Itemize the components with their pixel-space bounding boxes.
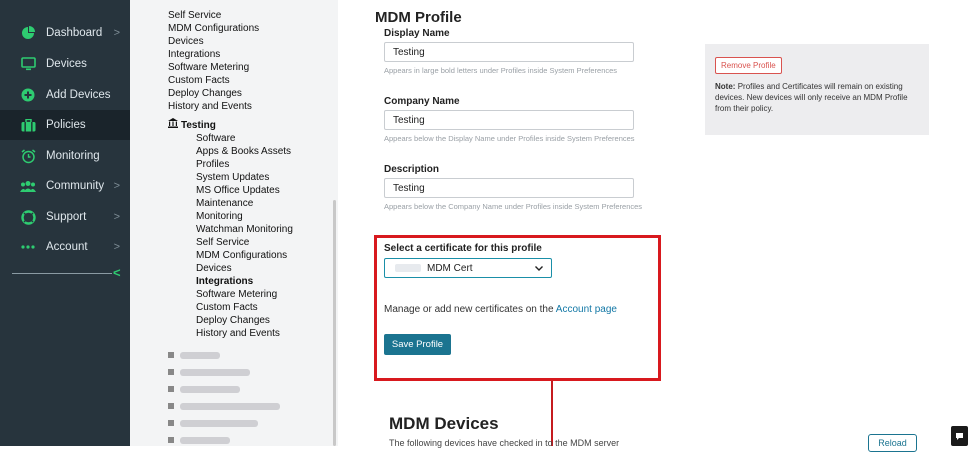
tree-subitem-software[interactable]: Software <box>196 133 235 145</box>
redacted-text <box>395 264 421 272</box>
save-profile-button[interactable]: Save Profile <box>384 334 451 355</box>
sidebar-item-policies[interactable]: Policies <box>0 110 130 140</box>
sidebar: Dashboard > Devices Add Devices Policies… <box>0 0 130 446</box>
tree-subitem-history-and-events[interactable]: History and Events <box>196 328 280 340</box>
note-text: Profiles and Certificates will remain on… <box>715 82 908 113</box>
tree-subitem-mdm-configurations[interactable]: MDM Configurations <box>196 250 287 262</box>
manage-certificates-text: Manage or add new certificates on the Ac… <box>384 304 617 315</box>
chevron-right-icon: > <box>113 27 120 39</box>
note-label: Note: <box>715 82 736 91</box>
chevron-right-icon: > <box>113 241 120 253</box>
tree-subitem-custom-facts[interactable]: Custom Facts <box>196 302 258 314</box>
tree-item-deploy-changes[interactable]: Deploy Changes <box>168 88 242 100</box>
description-help: Appears below the Company Name under Pro… <box>384 202 643 211</box>
tree-subitem-software-metering[interactable]: Software Metering <box>196 289 277 301</box>
profile-note: Note: Profiles and Certificates will rem… <box>715 81 925 114</box>
company-name-label: Company Name <box>384 96 460 107</box>
chevron-right-icon: > <box>113 180 120 192</box>
sidebar-item-account[interactable]: Account > <box>0 232 130 262</box>
main-content: MDM Profile Display Name Testing Appears… <box>338 0 968 452</box>
annotation-arrow <box>551 381 553 446</box>
tree-scrollbar[interactable] <box>333 200 336 446</box>
tree-item-custom-facts[interactable]: Custom Facts <box>168 75 230 87</box>
sidebar-divider <box>12 273 112 274</box>
tree-subitem-apps-books[interactable]: Apps & Books Assets <box>196 146 291 158</box>
sidebar-item-label: Account <box>46 241 88 253</box>
sidebar-item-label: Devices <box>46 58 87 70</box>
tree-subitem-devices[interactable]: Devices <box>196 263 232 275</box>
sidebar-item-community[interactable]: Community > <box>0 171 130 201</box>
redacted-policy-item[interactable] <box>168 435 230 445</box>
sidebar-item-label: Support <box>46 211 87 223</box>
redacted-policy-item[interactable] <box>168 418 258 428</box>
pie-chart-icon <box>20 25 36 41</box>
sidebar-item-monitoring[interactable]: Monitoring <box>0 141 130 171</box>
remove-profile-button[interactable]: Remove Profile <box>715 57 782 74</box>
tree-subitem-ms-office-updates[interactable]: MS Office Updates <box>196 185 280 197</box>
manage-certificates-label: Manage or add new certificates on the <box>384 304 554 315</box>
tree-subitem-deploy-changes[interactable]: Deploy Changes <box>196 315 270 327</box>
tree-policy-label: Testing <box>181 120 216 131</box>
tree-subitem-maintenance[interactable]: Maintenance <box>196 198 253 210</box>
sidebar-item-add-devices[interactable]: Add Devices <box>0 80 130 110</box>
redacted-policy-item[interactable] <box>168 367 250 377</box>
certificate-selected-value: MDM Cert <box>427 262 473 274</box>
sidebar-item-label: Policies <box>46 119 86 131</box>
ellipsis-icon <box>20 239 36 255</box>
tree-policy-testing[interactable]: Testing <box>168 118 216 132</box>
sidebar-item-support[interactable]: Support > <box>0 202 130 232</box>
tree-item-integrations[interactable]: Integrations <box>168 49 220 61</box>
collapse-sidebar-icon[interactable]: < <box>113 265 121 280</box>
redacted-policy-item[interactable] <box>168 350 220 360</box>
description-label: Description <box>384 164 440 175</box>
chevron-right-icon: > <box>113 211 120 223</box>
display-name-label: Display Name <box>384 28 450 39</box>
certificate-select[interactable]: MDM Cert <box>384 258 552 278</box>
page-title: MDM Profile <box>375 9 462 26</box>
tree-subitem-integrations[interactable]: Integrations <box>196 276 253 288</box>
tree-subitem-monitoring[interactable]: Monitoring <box>196 211 243 223</box>
profile-note-panel: Remove Profile Note: Profiles and Certif… <box>705 44 929 135</box>
redacted-policy-item[interactable] <box>168 384 240 394</box>
alarm-clock-icon <box>20 148 36 164</box>
monitor-icon <box>20 56 36 72</box>
mdm-devices-description: The following devices have checked in to… <box>389 438 620 448</box>
sidebar-item-label: Dashboard <box>46 27 103 39</box>
briefcase-icon <box>20 117 36 133</box>
tree-item-history-and-events[interactable]: History and Events <box>168 101 252 113</box>
redacted-policy-item[interactable] <box>168 401 280 411</box>
account-page-link[interactable]: Account page <box>556 304 617 315</box>
certificate-label: Select a certificate for this profile <box>384 243 542 254</box>
users-icon <box>20 178 36 194</box>
chat-icon[interactable] <box>951 426 968 446</box>
tree-item-self-service[interactable]: Self Service <box>168 10 221 22</box>
mdm-devices-title: MDM Devices <box>389 414 499 433</box>
sidebar-item-label: Add Devices <box>46 89 111 101</box>
plus-circle-icon <box>20 87 36 103</box>
description-field[interactable]: Testing <box>384 178 634 198</box>
tree-subitem-self-service[interactable]: Self Service <box>196 237 249 249</box>
sidebar-item-devices[interactable]: Devices <box>0 49 130 79</box>
sidebar-item-dashboard[interactable]: Dashboard > <box>0 18 130 48</box>
company-name-help: Appears below the Display Name under Pro… <box>384 134 635 143</box>
chevron-down-icon <box>535 263 543 273</box>
company-name-field[interactable]: Testing <box>384 110 634 130</box>
tree-item-devices[interactable]: Devices <box>168 36 204 48</box>
tree-subitem-watchman-monitoring[interactable]: Watchman Monitoring <box>196 224 293 236</box>
tree-subitem-profiles[interactable]: Profiles <box>196 159 229 171</box>
tree-item-software-metering[interactable]: Software Metering <box>168 62 249 74</box>
sidebar-item-label: Community <box>46 180 105 192</box>
lifebuoy-icon <box>20 209 36 225</box>
tree-item-mdm-configurations[interactable]: MDM Configurations <box>168 23 259 35</box>
sidebar-item-label: Monitoring <box>46 150 100 162</box>
tree-subitem-system-updates[interactable]: System Updates <box>196 172 269 184</box>
display-name-help: Appears in large bold letters under Prof… <box>384 66 618 75</box>
policy-tree: Self Service MDM Configurations Devices … <box>130 0 338 446</box>
display-name-field[interactable]: Testing <box>384 42 634 62</box>
reload-button[interactable]: Reload <box>868 434 917 452</box>
bank-icon <box>168 118 178 132</box>
